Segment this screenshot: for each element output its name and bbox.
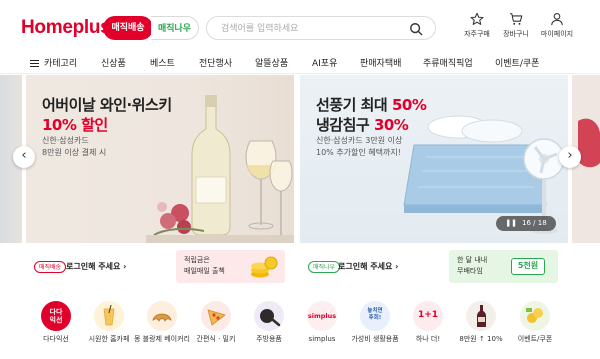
banner-counter[interactable]: ❚❚ 16 / 18: [496, 216, 556, 231]
wine-illustration: [146, 95, 294, 243]
free-delivery-value: 5천원: [511, 258, 545, 275]
free-delivery-promo-line2: 무배타임: [457, 267, 483, 275]
search-icon[interactable]: [409, 22, 423, 36]
nav-item-ai-for-you[interactable]: AI포유: [312, 56, 337, 69]
croissant-icon: [147, 301, 177, 331]
category-label: 가성비 생활용품: [351, 335, 399, 343]
nav-item-liquor-pickup[interactable]: 주류매직픽업: [423, 56, 473, 69]
tab-magic-delivery[interactable]: 매직배송: [103, 16, 153, 40]
header: Homeplus 매직배송 매직나우 자주구매 장바구니: [0, 0, 600, 54]
frequent-purchase-button[interactable]: 자주구매: [457, 12, 497, 39]
simplus-logo-text: simplus: [307, 312, 337, 320]
category-label: 몽 블랑제 베이커리: [134, 335, 190, 343]
category-kitchen[interactable]: 주방용품: [241, 296, 297, 344]
wine-bottle-icon: [466, 301, 496, 331]
nav-item-value[interactable]: 알뜰상품: [255, 56, 288, 69]
attendance-promo-line2: 매일매일 출첵: [184, 267, 225, 275]
main-nav: 카테고리 신상품 베스트 전단행사 알뜰상품 AI포유 판매자택배 주류매직픽업…: [0, 54, 600, 74]
nav-item-seller-delivery[interactable]: 판매자택배: [360, 56, 401, 69]
search-box: [206, 16, 436, 40]
nav-item-flyer[interactable]: 전단행사: [199, 56, 232, 69]
category-label: 8만원 ↑ 10%: [459, 335, 503, 343]
category-label: 하나 더!: [415, 335, 441, 343]
attendance-promo[interactable]: 적립금은 매일매일 출첵: [176, 250, 285, 283]
banner-fan-sub-2: 10% 추가할인 혜택까지!: [316, 148, 401, 157]
magic-now-login-link[interactable]: 로그인해 주세요 ›: [338, 261, 398, 272]
magic-delivery-login-link[interactable]: 로그인해 주세요 ›: [66, 261, 126, 272]
category-label: 다다익선: [43, 335, 69, 343]
category-wine-discount[interactable]: 8만원 ↑ 10%: [453, 296, 509, 344]
banner-fan-sub-1: 신한·삼성카드 3만원 이상: [316, 136, 403, 145]
magic-now-badge: 매직나우: [308, 261, 341, 273]
frequent-purchase-label: 자주구매: [464, 30, 490, 38]
my-page-label: 마이페이지: [540, 30, 574, 38]
category-meal-kit[interactable]: 간편식 · 밀키: [188, 296, 244, 344]
star-icon: [470, 12, 484, 25]
cart-label: 장바구니: [503, 30, 529, 38]
frying-pan-icon: [254, 301, 284, 331]
coupon-icon: [520, 301, 550, 331]
nav-category[interactable]: 카테고리: [44, 56, 77, 69]
tab-magic-now[interactable]: 매직나우: [151, 16, 199, 40]
category-one-more[interactable]: 1+1 하나 더!: [400, 296, 456, 344]
banner-prev-button[interactable]: ‹: [13, 146, 35, 168]
user-icon: [551, 13, 563, 26]
attendance-promo-line1: 적립금은: [184, 256, 210, 264]
logo[interactable]: Homeplus: [21, 17, 111, 39]
attendance-promo-text: 적립금은 매일매일 출첵: [184, 255, 225, 277]
category-events-coupons[interactable]: 이벤트/쿠폰: [507, 296, 563, 344]
banner-wine[interactable]: 어버이날 와인·위스키 10% 할인 신한·삼성카드 8만원 이상 결제 시: [26, 75, 294, 243]
category-label: simplus: [308, 335, 336, 343]
category-home-cafe[interactable]: 시원한 홈카페: [81, 296, 137, 344]
category-shortcuts: 다다 익선 다다익선 시원한 홈카페 몽 블랑제 베이커리 간편식 · 밀키 주…: [0, 296, 600, 359]
one-plus-one-text: 1+1: [417, 310, 439, 320]
nav-item-best[interactable]: 베스트: [150, 56, 175, 69]
banner-counter-text: 16 / 18: [522, 219, 547, 227]
simplus-icon: simplus: [307, 301, 337, 331]
free-delivery-promo-text: 한 달 내내 무배타임: [457, 255, 487, 277]
cart-button[interactable]: 장바구니: [496, 12, 536, 39]
dada-icon: 다다 익선: [41, 301, 71, 331]
category-label: 시원한 홈카페: [88, 335, 130, 343]
nav-item-events[interactable]: 이벤트/쿠폰: [495, 56, 539, 69]
banner-next-button[interactable]: ›: [559, 146, 581, 168]
pizza-icon: [201, 301, 231, 331]
banner-wine-sub: 신한·삼성카드 8만원 이상 결제 시: [42, 135, 106, 159]
free-delivery-promo[interactable]: 한 달 내내 무배타임 5천원: [449, 250, 558, 283]
coin-stack-icon: [251, 256, 278, 278]
banner-fan-title-1a: 선풍기 최대: [316, 96, 392, 114]
category-bakery[interactable]: 몽 블랑제 베이커리: [134, 296, 190, 343]
category-simplus[interactable]: simplus simplus: [294, 296, 350, 344]
nav-item-new[interactable]: 신상품: [101, 56, 126, 69]
homeplus-page: Homeplus 매직배송 매직나우 자주구매 장바구니: [0, 0, 600, 359]
category-label: 간편식 · 밀키: [196, 335, 236, 343]
iced-drink-icon: [94, 301, 124, 331]
category-label: 이벤트/쿠폰: [517, 335, 553, 343]
category-dadaikseon[interactable]: 다다 익선 다다익선: [28, 296, 84, 344]
banner-fan-title-2a: 냉감침구: [316, 116, 374, 134]
my-page-button[interactable]: 마이페이지: [537, 12, 577, 39]
cart-icon: [509, 13, 523, 25]
one-plus-one-icon: 1+1: [413, 301, 443, 331]
category-label: 주방용품: [256, 335, 282, 343]
pause-icon[interactable]: ❚❚: [505, 219, 517, 227]
category-household[interactable]: 놓치면 후회! 가성비 생활용품: [347, 296, 403, 343]
search-input[interactable]: [221, 21, 401, 36]
value-icon: 놓치면 후회!: [360, 301, 390, 331]
magic-delivery-badge: 매직배송: [34, 261, 67, 273]
banner-fan-sub: 신한·삼성카드 3만원 이상 10% 추가할인 혜택까지!: [316, 135, 402, 159]
banner-wine-sub-2: 8만원 이상 결제 시: [42, 148, 107, 157]
free-delivery-promo-line1: 한 달 내내: [457, 256, 488, 264]
banner-wine-sub-1: 신한·삼성카드: [42, 136, 89, 145]
menu-icon[interactable]: [30, 60, 39, 67]
